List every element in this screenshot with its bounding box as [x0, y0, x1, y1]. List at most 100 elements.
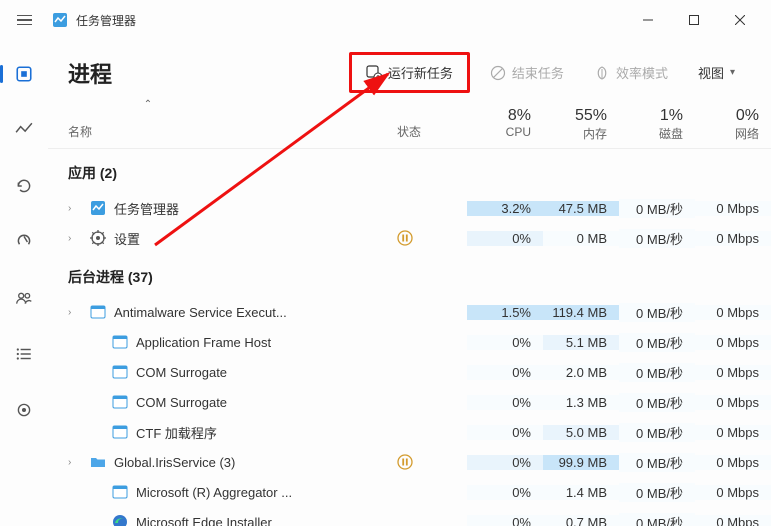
process-row[interactable]: › Antimalware Service Execut... 1.5%119.4 …	[48, 297, 771, 327]
cell-net: 0 Mbps	[695, 305, 771, 320]
process-row[interactable]: COM Surrogate 0%2.0 MB0 MB/秒0 Mbps	[48, 357, 771, 387]
nav-history[interactable]	[6, 168, 42, 204]
cell-cpu: 0%	[467, 395, 543, 410]
efficiency-mode-button: 效率模式	[584, 57, 678, 88]
cell-net: 0 Mbps	[695, 231, 771, 246]
column-memory-header[interactable]: 55%内存	[543, 105, 619, 148]
minimize-button[interactable]	[625, 4, 671, 36]
column-name-header[interactable]: 名称	[68, 123, 92, 140]
cell-mem: 0 MB	[543, 231, 619, 246]
process-row[interactable]: › 设置 0%0 MB0 MB/秒0 Mbps	[48, 223, 771, 253]
cell-mem: 1.4 MB	[543, 485, 619, 500]
cell-cpu: 1.5%	[467, 305, 543, 320]
hamburger-menu[interactable]	[8, 4, 40, 36]
cell-cpu: 0%	[467, 515, 543, 526]
column-network-header[interactable]: 0%网络	[695, 105, 771, 148]
group-apps-header: 应用 (2)	[48, 149, 771, 193]
nav-performance[interactable]	[6, 112, 42, 148]
cell-net: 0 Mbps	[695, 335, 771, 350]
process-row[interactable]: Application Frame Host 0%5.1 MB0 MB/秒0 Mb…	[48, 327, 771, 357]
group-bg-header: 后台进程 (37)	[48, 253, 771, 297]
process-row[interactable]: Microsoft Edge Installer0%0.7 MB0 MB/秒0 …	[48, 507, 771, 526]
process-status	[397, 454, 467, 470]
cell-net: 0 Mbps	[695, 455, 771, 470]
cell-disk: 0 MB/秒	[619, 229, 695, 248]
cell-net: 0 Mbps	[695, 365, 771, 380]
page-title: 进程	[68, 57, 112, 89]
process-row[interactable]: ›任务管理器3.2%47.5 MB0 MB/秒0 Mbps	[48, 193, 771, 223]
process-row[interactable]: Microsoft (R) Aggregator ... 0%1.4 MB0 MB…	[48, 477, 771, 507]
column-cpu-header[interactable]: 8%CPU	[467, 105, 543, 148]
cell-disk: 0 MB/秒	[619, 513, 695, 526]
view-menu-button[interactable]: 视图 ▾	[688, 57, 745, 88]
cell-net: 0 Mbps	[695, 425, 771, 440]
nav-startup[interactable]	[6, 224, 42, 260]
nav-details[interactable]	[6, 336, 42, 372]
cell-net: 0 Mbps	[695, 201, 771, 216]
process-name: CTF 加载程序	[136, 423, 217, 442]
cell-disk: 0 MB/秒	[619, 393, 695, 412]
maximize-button[interactable]	[671, 4, 717, 36]
process-icon	[112, 394, 128, 410]
cell-cpu: 0%	[467, 335, 543, 350]
cell-disk: 0 MB/秒	[619, 453, 695, 472]
process-row[interactable]: COM Surrogate0%1.3 MB0 MB/秒0 Mbps	[48, 387, 771, 417]
cell-mem: 5.0 MB	[543, 425, 619, 440]
chevron-down-icon: ▾	[730, 67, 735, 78]
process-icon	[90, 200, 106, 216]
cell-disk: 0 MB/秒	[619, 483, 695, 502]
process-name: Application Frame Host	[136, 335, 271, 350]
process-name: Microsoft (R) Aggregator ...	[136, 485, 292, 500]
cell-mem: 47.5 MB	[543, 201, 619, 216]
process-icon	[90, 230, 106, 246]
expand-caret[interactable]: ›	[68, 457, 82, 468]
run-new-task-button[interactable]: 运行新任务	[356, 57, 463, 88]
close-button[interactable]	[717, 4, 763, 36]
process-name: COM Surrogate	[136, 365, 227, 380]
cell-net: 0 Mbps	[695, 485, 771, 500]
column-status-header[interactable]: 状态	[397, 123, 421, 140]
cell-cpu: 3.2%	[467, 201, 543, 216]
process-icon	[90, 304, 106, 320]
nav-processes[interactable]	[6, 56, 42, 92]
cell-cpu: 0%	[467, 231, 543, 246]
expand-caret[interactable]: ›	[68, 233, 82, 244]
process-name: 任务管理器	[114, 199, 179, 218]
cell-mem: 0.7 MB	[543, 515, 619, 526]
expand-caret[interactable]: ›	[68, 307, 82, 318]
column-disk-header[interactable]: 1%磁盘	[619, 105, 695, 148]
cell-mem: 99.9 MB	[543, 455, 619, 470]
sort-indicator-icon: ⌃	[144, 99, 152, 110]
cell-cpu: 0%	[467, 425, 543, 440]
expand-caret[interactable]: ›	[68, 203, 82, 214]
cell-mem: 5.1 MB	[543, 335, 619, 350]
cell-disk: 0 MB/秒	[619, 333, 695, 352]
cell-disk: 0 MB/秒	[619, 303, 695, 322]
process-name: Microsoft Edge Installer	[136, 515, 272, 526]
nav-users[interactable]	[6, 280, 42, 316]
end-task-label: 结束任务	[512, 63, 564, 82]
run-new-task-label: 运行新任务	[388, 63, 453, 82]
process-name: Antimalware Service Execut...	[114, 305, 287, 320]
process-row[interactable]: CTF 加载程序0%5.0 MB0 MB/秒0 Mbps	[48, 417, 771, 447]
nav-services[interactable]	[6, 392, 42, 428]
cell-cpu: 0%	[467, 365, 543, 380]
process-status	[397, 230, 467, 246]
process-row[interactable]: ›Global.IrisService (3)0%99.9 MB0 MB/秒0 …	[48, 447, 771, 477]
stop-icon	[490, 65, 506, 81]
cell-cpu: 0%	[467, 485, 543, 500]
new-task-icon	[366, 65, 382, 81]
cell-mem: 119.4 MB	[543, 305, 619, 320]
process-name: COM Surrogate	[136, 395, 227, 410]
view-menu-label: 视图	[698, 63, 724, 82]
process-name: 设置	[114, 229, 140, 248]
app-icon	[52, 12, 68, 28]
end-task-button: 结束任务	[480, 57, 574, 88]
process-icon	[112, 484, 128, 500]
process-icon	[112, 334, 128, 350]
cell-mem: 2.0 MB	[543, 365, 619, 380]
cell-disk: 0 MB/秒	[619, 363, 695, 382]
process-icon	[112, 424, 128, 440]
cell-net: 0 Mbps	[695, 395, 771, 410]
process-icon	[112, 514, 128, 526]
